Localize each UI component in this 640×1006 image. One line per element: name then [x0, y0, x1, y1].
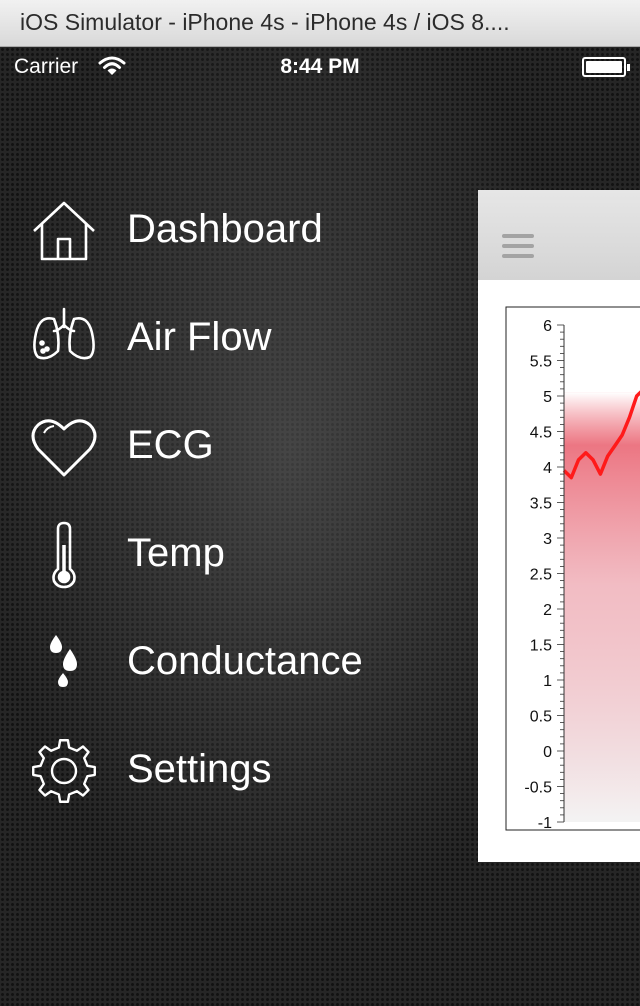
- y-tick-label: 1: [543, 673, 552, 690]
- clock: 8:44 PM: [280, 55, 360, 78]
- window-titlebar: iOS Simulator - iPhone 4s - iPhone 4s / …: [0, 0, 640, 47]
- y-tick-label: 2: [543, 602, 552, 619]
- menu-label: Air Flow: [127, 315, 272, 359]
- menu-item-air-flow[interactable]: Air Flow: [0, 305, 470, 413]
- menu-label: ECG: [127, 423, 214, 467]
- chart-area-band: [564, 392, 640, 822]
- droplets-icon: [30, 629, 98, 697]
- menu-item-ecg[interactable]: ECG: [0, 413, 470, 521]
- navigation-bar: [478, 190, 640, 280]
- menu-item-temp[interactable]: Temp: [0, 521, 470, 629]
- menu-item-conductance[interactable]: Conductance: [0, 629, 470, 737]
- menu-label: Settings: [127, 747, 272, 791]
- lungs-icon: [30, 305, 98, 373]
- y-tick-label: 0.5: [530, 709, 552, 726]
- y-tick-label: 4.5: [530, 425, 552, 442]
- y-tick-label: 2.5: [530, 567, 552, 584]
- y-tick-label: -0.5: [524, 780, 552, 797]
- window-title: iOS Simulator - iPhone 4s - iPhone 4s / …: [20, 9, 510, 35]
- y-tick-label: 6: [543, 318, 552, 335]
- home-icon: [30, 197, 98, 265]
- phone-screen: Carrier 8:44 PM Dashboard Air Flow ECG T…: [0, 47, 640, 1006]
- status-bar: Carrier 8:44 PM: [0, 47, 640, 87]
- ecg-chart: 6 5.5 5 4.5 4 3.5 3 2.5 2 1.5 1 0.5 0 -0.5 -1: [505, 306, 640, 832]
- main-panel: 6 5.5 5 4.5 4 3.5 3 2.5 2 1.5 1 0.5 0 -0.5 -1: [478, 190, 640, 862]
- battery-icon: [582, 57, 630, 77]
- gear-icon: [30, 737, 98, 805]
- menu-label: Dashboard: [127, 207, 323, 251]
- y-tick-label: -1: [538, 815, 552, 832]
- y-tick-label: 3.5: [530, 496, 552, 513]
- menu-label: Temp: [127, 531, 225, 575]
- y-tick-label: 5: [543, 389, 552, 406]
- thermometer-icon: [30, 521, 98, 589]
- menu-item-dashboard[interactable]: Dashboard: [0, 197, 470, 305]
- y-tick-label: 1.5: [530, 638, 552, 655]
- y-tick-label: 3: [543, 531, 552, 548]
- heart-icon: [30, 413, 98, 481]
- menu-item-settings[interactable]: Settings: [0, 737, 470, 845]
- menu-label: Conductance: [127, 639, 363, 683]
- y-tick-label: 5.5: [530, 354, 552, 371]
- y-tick-label: 4: [543, 460, 552, 477]
- hamburger-icon[interactable]: [502, 234, 534, 260]
- y-tick-label: 0: [543, 744, 552, 761]
